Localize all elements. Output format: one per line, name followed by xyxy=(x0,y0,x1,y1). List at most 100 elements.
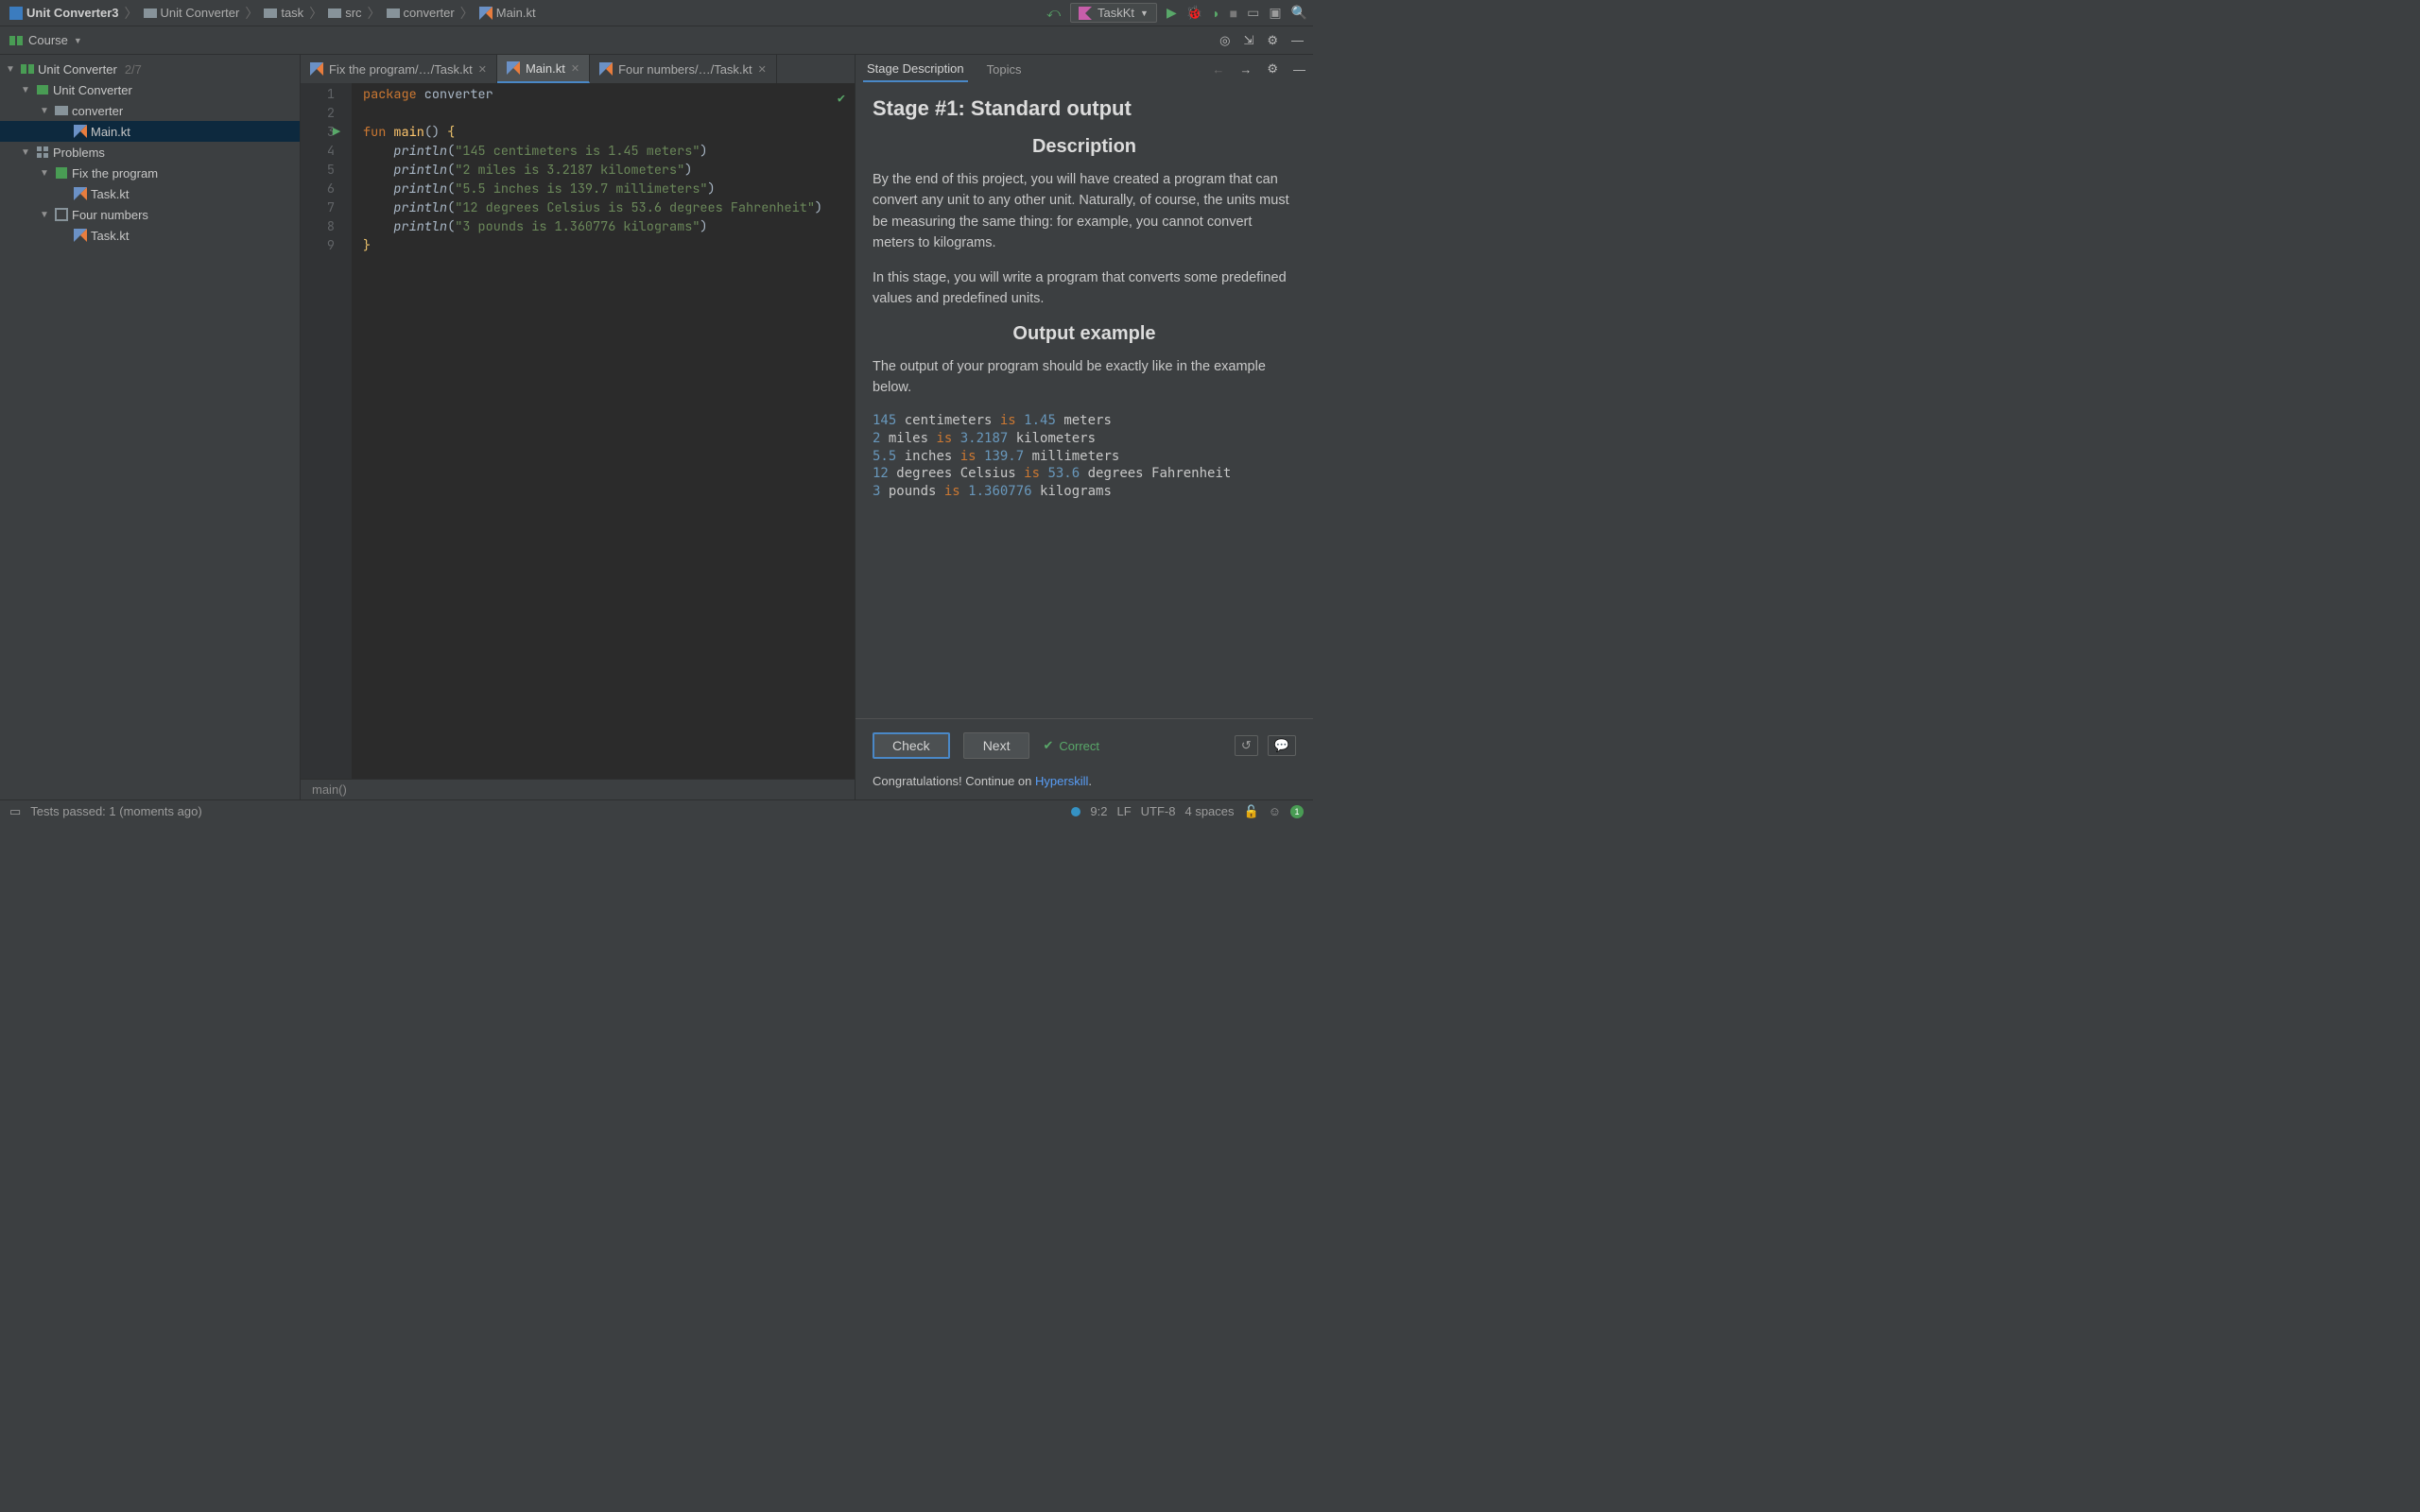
breadcrumb-item[interactable]: converter xyxy=(383,4,458,22)
collapse-icon[interactable]: ⇲ xyxy=(1243,33,1253,48)
status-tests[interactable]: Tests passed: 1 (moments ago) xyxy=(30,804,201,818)
chevron-right-icon: 〉 xyxy=(125,4,138,23)
run-gutter-icon[interactable]: ▶ xyxy=(333,123,340,142)
editor-breadcrumb-label: main() xyxy=(312,782,347,797)
tree-label: Fix the program xyxy=(72,166,158,180)
breadcrumb-label: Unit Converter3 xyxy=(26,6,119,20)
tab-label: Fix the program/…/Task.kt xyxy=(329,62,473,77)
tab-four-numbers[interactable]: Four numbers/…/Task.kt ✕ xyxy=(590,55,777,83)
indent[interactable]: 4 spaces xyxy=(1184,804,1234,818)
call: println xyxy=(393,143,447,160)
notification-icon[interactable]: ☺ xyxy=(1269,804,1281,818)
tree-label: Problems xyxy=(53,146,105,160)
keyword: fun xyxy=(363,124,393,141)
code-editor[interactable]: 1 2 3▶ 4 5 6 7 8 9 package converter fun… xyxy=(301,83,855,779)
progress-indicator-icon[interactable] xyxy=(1071,807,1080,816)
section-heading: Description xyxy=(873,136,1296,158)
breadcrumb-item[interactable]: Main.kt xyxy=(475,4,540,22)
tree-root[interactable]: ▼ Unit Converter 2/7 xyxy=(0,59,300,79)
call: println xyxy=(393,218,447,235)
tree-file-task1[interactable]: Task.kt xyxy=(0,183,300,204)
tree-file-main[interactable]: Main.kt xyxy=(0,121,300,142)
breadcrumb-item[interactable]: src xyxy=(324,4,365,22)
close-icon[interactable]: ✕ xyxy=(758,63,767,76)
project-tree: ▼ Unit Converter 2/7 ▼ Unit Converter ▼ … xyxy=(0,55,301,799)
run-icon[interactable]: ▶ xyxy=(1167,5,1177,21)
run-config-label: TaskKt xyxy=(1098,6,1134,20)
breadcrumb-label: converter xyxy=(404,6,455,20)
breadcrumb-label: task xyxy=(281,6,303,20)
layout-icon[interactable]: ▭ xyxy=(1247,5,1259,21)
line-separator[interactable]: LF xyxy=(1116,804,1131,818)
stop-icon[interactable]: ■ xyxy=(1230,6,1237,21)
congrats-message: Congratulations! Continue on Hyperskill. xyxy=(873,774,1296,788)
maximize-icon[interactable]: ▣ xyxy=(1269,5,1281,21)
tab-fix-program[interactable]: Fix the program/…/Task.kt ✕ xyxy=(301,55,497,83)
kotlin-file-icon xyxy=(74,125,87,138)
tree-package[interactable]: ▼ converter xyxy=(0,100,300,121)
minimize-icon[interactable]: — xyxy=(1291,33,1304,47)
encoding[interactable]: UTF-8 xyxy=(1141,804,1176,818)
breadcrumb-label: Main.kt xyxy=(496,6,536,20)
tab-main[interactable]: Main.kt ✕ xyxy=(497,55,590,83)
undo-icon[interactable]: ↺ xyxy=(1235,735,1258,756)
tree-problem-2[interactable]: ▼ Four numbers xyxy=(0,204,300,225)
breadcrumb-item[interactable]: Unit Converter3 xyxy=(6,4,123,22)
project-icon xyxy=(9,7,23,20)
editor-pane: Fix the program/…/Task.kt ✕ Main.kt ✕ Fo… xyxy=(301,55,855,799)
debug-icon[interactable]: 🐞 xyxy=(1186,5,1202,21)
hyperskill-link[interactable]: Hyperskill xyxy=(1035,774,1088,788)
tab-topics[interactable]: Topics xyxy=(983,58,1026,81)
toolwindow-icon[interactable]: ▭ xyxy=(9,804,21,819)
brace: { xyxy=(447,124,455,141)
output-example: 145 centimeters is 1.45 meters 2 miles i… xyxy=(873,412,1296,501)
lock-icon[interactable]: 🔓 xyxy=(1244,804,1259,819)
task-footer: Check Next ✔ Correct ↺ 💬 Congratulations… xyxy=(856,718,1313,799)
chevron-right-icon: 〉 xyxy=(368,4,381,23)
chevron-down-icon: ▼ xyxy=(21,147,32,158)
breadcrumb-item[interactable]: Unit Converter xyxy=(140,4,244,22)
kotlin-icon xyxy=(1079,7,1092,20)
chevron-down-icon: ▼ xyxy=(1140,9,1149,18)
gear-icon[interactable]: ⚙ xyxy=(1267,61,1278,77)
tree-section[interactable]: ▼ Unit Converter xyxy=(0,79,300,100)
tree-label: Task.kt xyxy=(91,187,129,201)
caret-position[interactable]: 9:2 xyxy=(1090,804,1107,818)
task-icon xyxy=(55,208,68,221)
tree-file-task2[interactable]: Task.kt xyxy=(0,225,300,246)
forward-icon[interactable]: → xyxy=(1239,62,1252,77)
close-icon[interactable]: ✕ xyxy=(571,62,579,75)
inspection-ok-icon[interactable]: ✔ xyxy=(838,89,845,108)
kotlin-file-icon xyxy=(310,62,323,76)
close-icon[interactable]: ✕ xyxy=(478,63,487,76)
search-icon[interactable]: 🔍 xyxy=(1291,5,1307,21)
status-label: Correct xyxy=(1059,739,1099,753)
section-heading: Output example xyxy=(873,323,1296,345)
target-icon[interactable]: ◎ xyxy=(1219,33,1230,48)
back-icon[interactable]: ← xyxy=(1212,62,1224,77)
function-name: main xyxy=(393,124,424,141)
tree-problem-1[interactable]: ▼ Fix the program xyxy=(0,163,300,183)
gear-icon[interactable]: ⚙ xyxy=(1267,33,1278,48)
notification-badge[interactable]: 1 xyxy=(1290,805,1304,818)
code-text: () xyxy=(424,124,447,141)
task-pane: Stage Description Topics ← → ⚙ — Stage #… xyxy=(855,55,1313,799)
gutter: 1 2 3▶ 4 5 6 7 8 9 xyxy=(301,83,352,779)
tree-problems[interactable]: ▼ Problems xyxy=(0,142,300,163)
tab-stage-description[interactable]: Stage Description xyxy=(863,57,968,82)
code-text[interactable]: package converter fun main() { println("… xyxy=(352,83,855,779)
breadcrumb-item[interactable]: task xyxy=(260,4,307,22)
tree-label: Unit Converter xyxy=(38,62,117,77)
build-icon[interactable]: ⤺ xyxy=(1046,5,1061,21)
chevron-down-icon: ▼ xyxy=(74,36,82,45)
editor-breadcrumb[interactable]: main() xyxy=(301,779,855,799)
course-selector[interactable]: Course ▼ xyxy=(9,33,82,47)
coverage-icon[interactable]: ◗ xyxy=(1212,6,1219,21)
chevron-down-icon: ▼ xyxy=(40,168,51,179)
minimize-icon[interactable]: — xyxy=(1293,62,1305,77)
run-config-selector[interactable]: TaskKt ▼ xyxy=(1070,3,1157,23)
comment-icon[interactable]: 💬 xyxy=(1268,735,1296,756)
line-number: 9 xyxy=(301,236,335,255)
check-button[interactable]: Check xyxy=(873,732,950,759)
next-button[interactable]: Next xyxy=(963,732,1030,759)
